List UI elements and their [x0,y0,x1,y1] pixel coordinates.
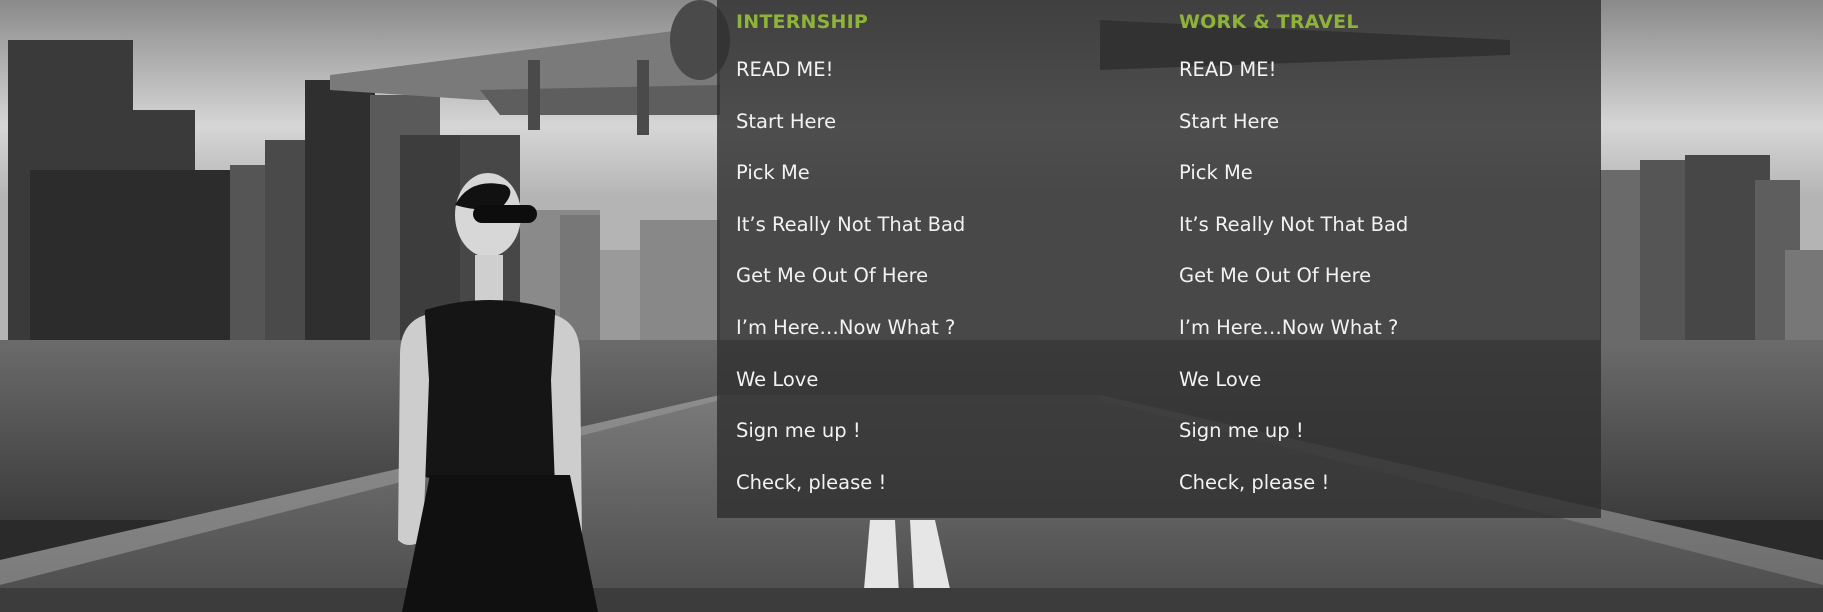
menu-item-start-here[interactable]: Start Here [1179,96,1599,148]
menu-item-sign-me-up[interactable]: Sign me up ! [1179,405,1599,457]
menu-item-now-what[interactable]: I’m Here…Now What ? [1179,302,1599,354]
menu-item-read-me[interactable]: READ ME! [736,44,1156,96]
menu-item-we-love[interactable]: We Love [736,354,1156,406]
menu-item-read-me[interactable]: READ ME! [1179,44,1599,96]
menu-item-not-that-bad[interactable]: It’s Really Not That Bad [736,199,1156,251]
menu-item-get-me-out[interactable]: Get Me Out Of Here [1179,250,1599,302]
menu-item-get-me-out[interactable]: Get Me Out Of Here [736,250,1156,302]
menu-item-not-that-bad[interactable]: It’s Really Not That Bad [1179,199,1599,251]
menu-list-work-and-travel: READ ME! Start Here Pick Me It’s Really … [1179,44,1599,508]
menu-column-work-and-travel: WORK & TRAVEL READ ME! Start Here Pick M… [1179,0,1599,508]
menu-item-we-love[interactable]: We Love [1179,354,1599,406]
menu-item-pick-me[interactable]: Pick Me [1179,147,1599,199]
menu-item-sign-me-up[interactable]: Sign me up ! [736,405,1156,457]
menu-heading-internship[interactable]: INTERNSHIP [736,0,1156,44]
menu-list-internship: READ ME! Start Here Pick Me It’s Really … [736,44,1156,508]
menu-column-internship: INTERNSHIP READ ME! Start Here Pick Me I… [736,0,1156,508]
menu-item-check-please[interactable]: Check, please ! [1179,457,1599,509]
menu-item-start-here[interactable]: Start Here [736,96,1156,148]
mega-dropdown-menu: INTERNSHIP READ ME! Start Here Pick Me I… [717,0,1601,518]
menu-heading-work-and-travel[interactable]: WORK & TRAVEL [1179,0,1599,44]
page: INTERNSHIP READ ME! Start Here Pick Me I… [0,0,1823,612]
menu-item-check-please[interactable]: Check, please ! [736,457,1156,509]
menu-item-pick-me[interactable]: Pick Me [736,147,1156,199]
menu-item-now-what[interactable]: I’m Here…Now What ? [736,302,1156,354]
